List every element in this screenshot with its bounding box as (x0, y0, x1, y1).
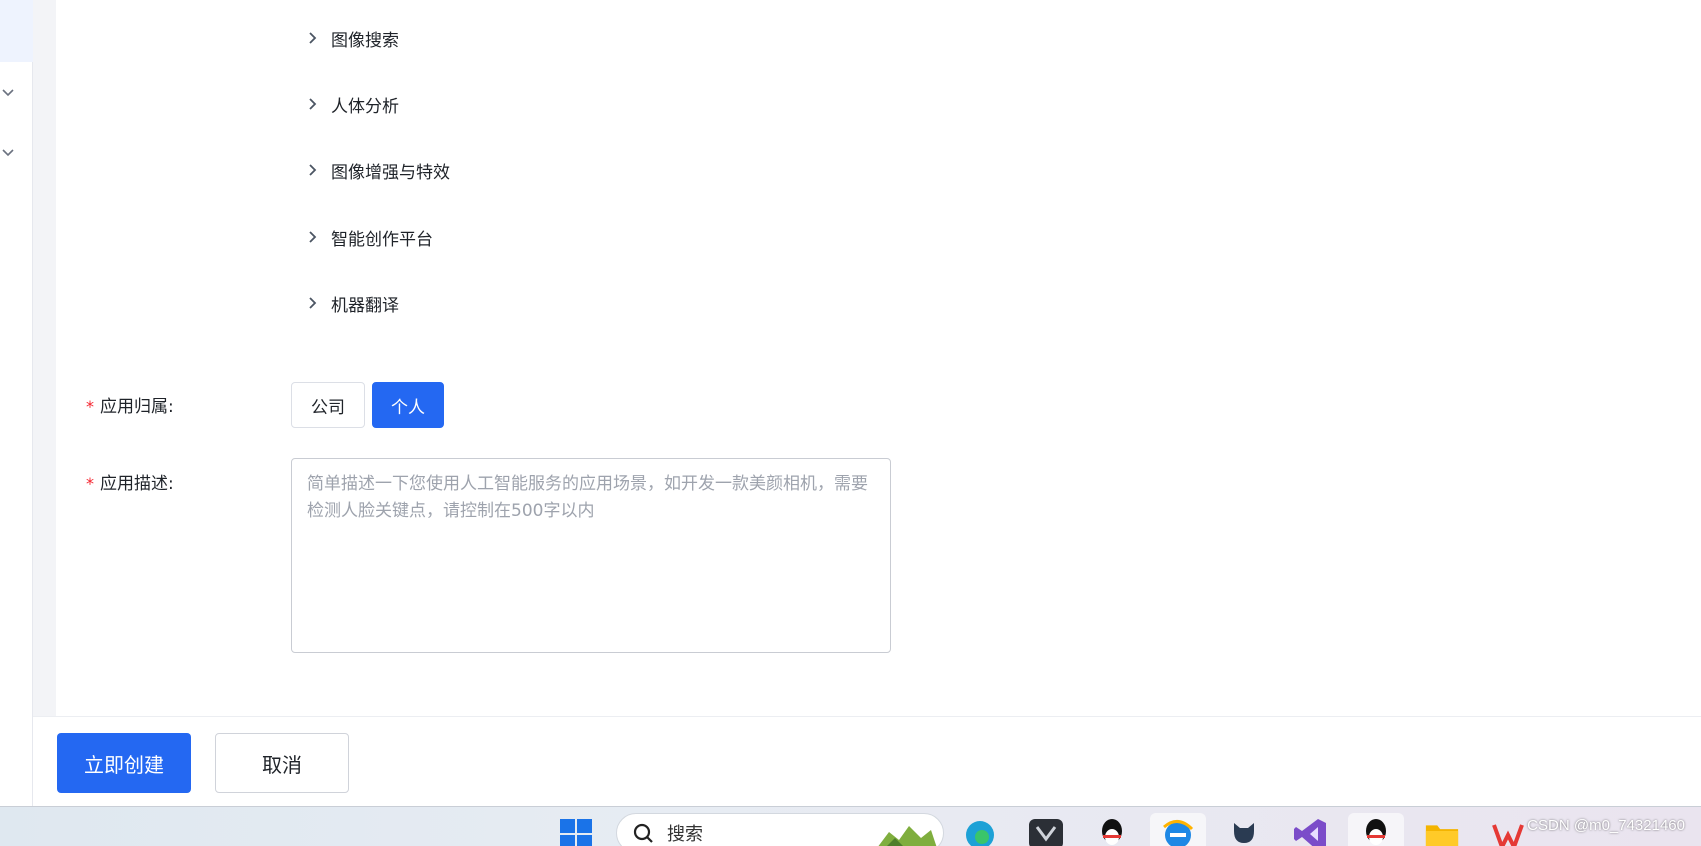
dev-tool-icon[interactable] (1028, 813, 1064, 846)
category-machine-translation[interactable]: 机器翻译 (301, 288, 399, 318)
category-label: 图像增强与特效 (331, 162, 450, 183)
category-image-search[interactable]: 图像搜索 (301, 23, 399, 53)
chevron-right-icon (301, 226, 323, 248)
os-taskbar: 搜索 CSDN @m0_74321460 (0, 806, 1701, 846)
sidebar-active-item[interactable] (0, 0, 33, 62)
category-label: 机器翻译 (331, 295, 399, 316)
csdn-watermark: CSDN @m0_74321460 (1527, 817, 1685, 834)
category-label: 图像搜索 (331, 30, 399, 51)
category-body-analysis[interactable]: 人体分析 (301, 89, 399, 119)
form-footer: 立即创建 取消 (33, 716, 1701, 806)
category-image-enhancement[interactable]: 图像增强与特效 (301, 155, 450, 185)
search-icon (633, 823, 653, 843)
category-creation-platform[interactable]: 智能创作平台 (301, 222, 433, 252)
chevron-right-icon (301, 27, 323, 49)
description-label: * 应用描述: (86, 469, 174, 494)
chevron-right-icon (301, 159, 323, 181)
cat-app-icon[interactable] (1226, 813, 1262, 846)
search-highlight-icon (878, 826, 937, 846)
taskbar-search-label: 搜索 (667, 824, 703, 845)
create-button[interactable]: 立即创建 (57, 733, 191, 793)
ownership-option-company[interactable]: 公司 (291, 382, 365, 428)
ownership-label-text: 应用归属: (100, 397, 174, 417)
ownership-label: * 应用归属: (86, 392, 174, 417)
description-label-text: 应用描述: (100, 474, 174, 494)
chevron-right-icon (301, 93, 323, 115)
description-textarea[interactable] (291, 458, 891, 653)
taskbar-search[interactable]: 搜索 (616, 813, 944, 846)
wps-icon[interactable] (1490, 813, 1526, 846)
file-explorer-icon[interactable] (1424, 813, 1460, 846)
main-form-panel: 图像搜索 人体分析 图像增强与特效 智能创作平台 机器翻译 * 应用归属: 公司 … (56, 0, 1701, 716)
category-label: 人体分析 (331, 96, 399, 117)
category-label: 智能创作平台 (331, 229, 433, 250)
left-sidebar (0, 0, 33, 806)
ie-browser-icon[interactable] (1150, 813, 1206, 846)
content-gutter (33, 0, 56, 806)
chevron-down-icon[interactable] (1, 85, 15, 99)
required-mark: * (86, 474, 94, 493)
chevron-right-icon (301, 292, 323, 314)
windows-start-icon[interactable] (558, 813, 594, 846)
visual-studio-icon[interactable] (1292, 813, 1328, 846)
chevron-down-icon[interactable] (1, 145, 15, 159)
required-mark: * (86, 397, 94, 416)
qq-icon[interactable] (1094, 813, 1130, 846)
qq-active-icon[interactable] (1348, 813, 1404, 846)
edge-browser-icon[interactable] (962, 813, 998, 846)
ownership-option-personal[interactable]: 个人 (372, 382, 444, 428)
cancel-button[interactable]: 取消 (215, 733, 349, 793)
